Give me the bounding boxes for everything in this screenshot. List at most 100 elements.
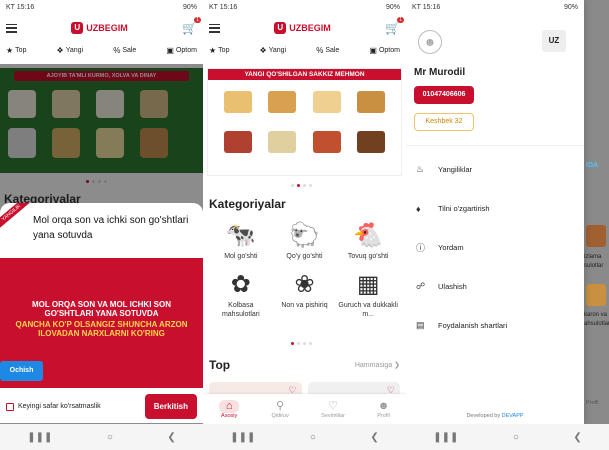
tab-sevimlilar[interactable]: ♡ Sevimlilar [321, 400, 345, 419]
drawer-menu: ♨ Yangiliklar ♦ Tilni o'zgartirish ⓘ Yordam… [406, 150, 584, 345]
avatar[interactable]: ☻ [418, 30, 442, 54]
peek-image [586, 284, 606, 306]
product-row [224, 91, 385, 113]
box-icon: ▣ [369, 46, 377, 55]
menu-icon[interactable] [209, 23, 220, 33]
peek-label: Profil [586, 400, 599, 406]
chip-top[interactable]: ★ Top [6, 46, 26, 55]
language-badge[interactable]: UZ [542, 30, 566, 52]
star-icon: ★ [209, 46, 217, 55]
top-title: Top [209, 358, 231, 372]
box-icon: ▣ [166, 46, 174, 55]
new-ribbon: YANGILIK [0, 203, 34, 233]
banner-line: MOL ORQA SON VA MOL ICHKI SON [32, 300, 171, 309]
phone-number[interactable]: 01047406606 [414, 86, 474, 104]
tab-qidiruv[interactable]: ⚲ Qidiruv [271, 400, 288, 419]
cow-icon: 🐄 [225, 222, 256, 249]
category-item[interactable]: ❀ Non va pishiriq [273, 269, 337, 319]
banner-line: ILOVADAN NARXLARNI KO'RING [38, 329, 165, 338]
sausage-icon: ✿ [230, 271, 251, 298]
menu-item-terms[interactable]: ▤ Foydalanish shartlari [406, 306, 584, 345]
app-header: U UZBEGIM 🛒 1 [203, 14, 406, 42]
banner-line: QANCHA KO'P OLSANGIZ SHUNCHA ARZON [15, 320, 188, 329]
home-icon: ⌂ [219, 399, 240, 413]
chip-yangi[interactable]: ❖ Yangi [57, 46, 84, 55]
home-button-icon[interactable]: ○ [310, 432, 316, 443]
search-icon: ⚲ [276, 399, 285, 412]
document-icon: ▤ [416, 320, 425, 330]
sheep-icon: 🐑 [289, 222, 320, 249]
close-button[interactable]: Berkitish [144, 394, 197, 419]
chip-yangi[interactable]: ❖ Yangi [260, 46, 287, 55]
recents-icon[interactable]: ❚❚❚ [230, 432, 255, 443]
screen-home-with-popup: KT 15:16 90% U UZBEGIM 🛒 1 ★ Top ❖ Yangi % Sa… [0, 0, 203, 450]
peek-image [586, 225, 606, 247]
category-item[interactable]: ✿ Kolbasa mahsulotlari [209, 269, 273, 319]
cart-icon[interactable]: 🛒 1 [182, 17, 201, 35]
chip-sale[interactable]: % Sale [113, 46, 136, 55]
system-nav-bar: ❚❚❚ ○ ❮ [406, 424, 609, 450]
back-icon[interactable]: ❮ [167, 432, 175, 443]
recents-icon[interactable]: ❚❚❚ [27, 432, 52, 443]
chip-top[interactable]: ★ Top [209, 46, 229, 55]
dimmed-content[interactable]: IDA izlama sulotlar karon va ahsulotlar … [584, 0, 609, 424]
app-logo: U UZBEGIM [274, 22, 331, 34]
checkbox-label: Keyingi safar ko'rsatmaslik [18, 403, 101, 410]
status-bar: KT 15:16 90% [406, 0, 584, 14]
cashback-badge[interactable]: Keshbek 32 [414, 113, 474, 131]
developer-link[interactable]: DEVAPP [502, 413, 524, 419]
user-icon: ☻ [377, 399, 390, 412]
category-item[interactable]: 🐑 Qo'y go'shti [273, 220, 337, 261]
banner-headline: YANGI QO'SHILGAN SAKKIZ MEHMON [208, 69, 401, 80]
category-dots [291, 342, 312, 345]
recents-icon[interactable]: ❚❚❚ [433, 432, 458, 443]
screen-drawer: IDA izlama sulotlar karon va ahsulotlar … [406, 0, 609, 450]
menu-item-news[interactable]: ♨ Yangiliklar [406, 150, 584, 189]
dont-show-checkbox[interactable] [6, 402, 14, 411]
menu-item-share[interactable]: ☍ Ulashish [406, 267, 584, 306]
app-logo: U UZBEGIM [71, 22, 128, 34]
home-button-icon[interactable]: ○ [107, 432, 113, 443]
percent-icon: % [316, 46, 324, 55]
peek-label: karon va [584, 312, 608, 318]
menu-item-help[interactable]: ⓘ Yordam [406, 228, 584, 267]
category-item[interactable]: ▦ Guruch va dukkakli m... [336, 269, 400, 319]
promo-banner[interactable]: YANGI QO'SHILGAN SAKKIZ MEHMON [207, 68, 402, 176]
bell-icon: ♨ [416, 164, 425, 174]
status-battery: 90% [563, 3, 578, 11]
developer-credit: Developed by DEVAPP [466, 413, 524, 419]
back-icon[interactable]: ❮ [573, 432, 581, 443]
peek-label: sulotlar [584, 263, 604, 269]
share-icon: ☍ [416, 281, 426, 291]
badge-icon: ❖ [56, 46, 64, 55]
category-item[interactable]: 🐔 Tovuq go'shti [336, 220, 400, 261]
percent-icon: % [113, 46, 121, 55]
rice-icon: ▦ [356, 271, 380, 298]
cart-icon[interactable]: 🛒 1 [385, 17, 404, 35]
banner-line: GO'SHTLARI YANA SOTUVDA [44, 309, 159, 318]
bread-icon: ❀ [294, 271, 315, 298]
back-icon[interactable]: ❮ [370, 432, 378, 443]
quick-filters: ★ Top ❖ Yangi % Sale ▣ Optom [0, 42, 203, 59]
app-header: U UZBEGIM 🛒 1 [0, 14, 203, 42]
status-bar: KT 15:16 90% [0, 0, 203, 14]
heart-icon: ♡ [328, 399, 339, 412]
chip-optom[interactable]: ▣ Optom [166, 46, 197, 55]
see-all-link[interactable]: Hammasiga ❯ [355, 361, 400, 369]
menu-item-language[interactable]: ♦ Tilni o'zgartirish [406, 189, 584, 228]
translate-icon: ♦ [416, 203, 421, 214]
chip-optom[interactable]: ▣ Optom [369, 46, 400, 55]
modal-footer: Keyingi safar ko'rsatmaslik Berkitish [0, 390, 203, 423]
modal-title: Mol orqa son va ichki son go'shtlari yan… [33, 215, 189, 241]
menu-icon[interactable] [6, 23, 17, 33]
bottom-tab-bar: ⌂ Asosiy ⚲ Qidiruv ♡ Sevimlilar ☻ Profil [203, 394, 406, 424]
open-button[interactable]: Ochish [0, 361, 43, 381]
home-button-icon[interactable]: ○ [513, 432, 519, 443]
status-battery: 90% [182, 3, 197, 11]
tab-profil[interactable]: ☻ Profil [377, 400, 390, 419]
tab-asosiy[interactable]: ⌂ Asosiy [219, 399, 240, 419]
star-icon: ★ [6, 46, 14, 55]
cart-badge: 1 [194, 17, 201, 23]
chip-sale[interactable]: % Sale [316, 46, 339, 55]
category-item[interactable]: 🐄 Mol go'shti [209, 220, 273, 261]
